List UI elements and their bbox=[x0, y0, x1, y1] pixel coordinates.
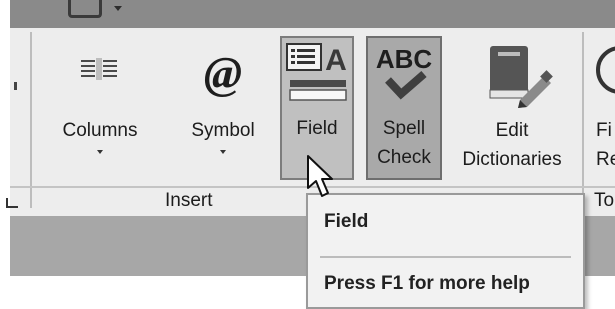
quick-access-icon[interactable] bbox=[68, 0, 102, 18]
columns-label: Columns bbox=[62, 120, 138, 141]
tooltip: Field Press F1 for more help bbox=[306, 193, 585, 309]
spell-check-button[interactable]: ABC Spell Check bbox=[366, 36, 442, 180]
svg-text:ABC: ABC bbox=[376, 44, 433, 74]
dialog-launcher-icon[interactable] bbox=[6, 198, 18, 208]
symbol-label: Symbol bbox=[191, 120, 255, 141]
edit-dictionaries-label: Edit Dictionaries bbox=[462, 120, 562, 170]
edit-dictionaries-button[interactable]: Edit Dictionaries bbox=[448, 38, 576, 178]
field-label: Field bbox=[296, 118, 338, 139]
tooltip-divider bbox=[320, 256, 571, 258]
mouse-pointer-icon bbox=[307, 155, 333, 197]
circle-icon bbox=[592, 38, 615, 108]
top-bar bbox=[10, 0, 615, 28]
tooltip-title: Field bbox=[324, 211, 369, 232]
dictionary-book-icon bbox=[448, 38, 576, 108]
group-label-insert: Insert bbox=[165, 190, 213, 211]
next-button-partial[interactable]: Fi Re bbox=[592, 38, 615, 178]
at-symbol-icon: @ bbox=[176, 38, 270, 108]
group-label-partial: To bbox=[594, 190, 615, 211]
field-icon: A bbox=[282, 38, 352, 108]
svg-text:A: A bbox=[325, 44, 347, 77]
symbol-button[interactable]: @ Symbol bbox=[176, 38, 270, 178]
group-separator bbox=[582, 32, 584, 208]
chevron-down-icon[interactable] bbox=[220, 150, 226, 154]
columns-button[interactable]: Columns bbox=[48, 38, 152, 178]
chevron-down-icon[interactable] bbox=[97, 150, 103, 154]
spell-check-label: Spell Check bbox=[377, 118, 431, 168]
next-button-label: Fi Re bbox=[596, 120, 615, 170]
columns-icon bbox=[48, 38, 152, 108]
tooltip-help-text: Press F1 for more help bbox=[324, 273, 530, 294]
svg-text:@: @ bbox=[204, 47, 242, 98]
spell-check-icon: ABC bbox=[368, 38, 440, 108]
quick-access-dropdown-icon[interactable] bbox=[114, 6, 122, 11]
previous-group-edge-mark bbox=[14, 82, 17, 90]
group-separator bbox=[30, 32, 32, 208]
